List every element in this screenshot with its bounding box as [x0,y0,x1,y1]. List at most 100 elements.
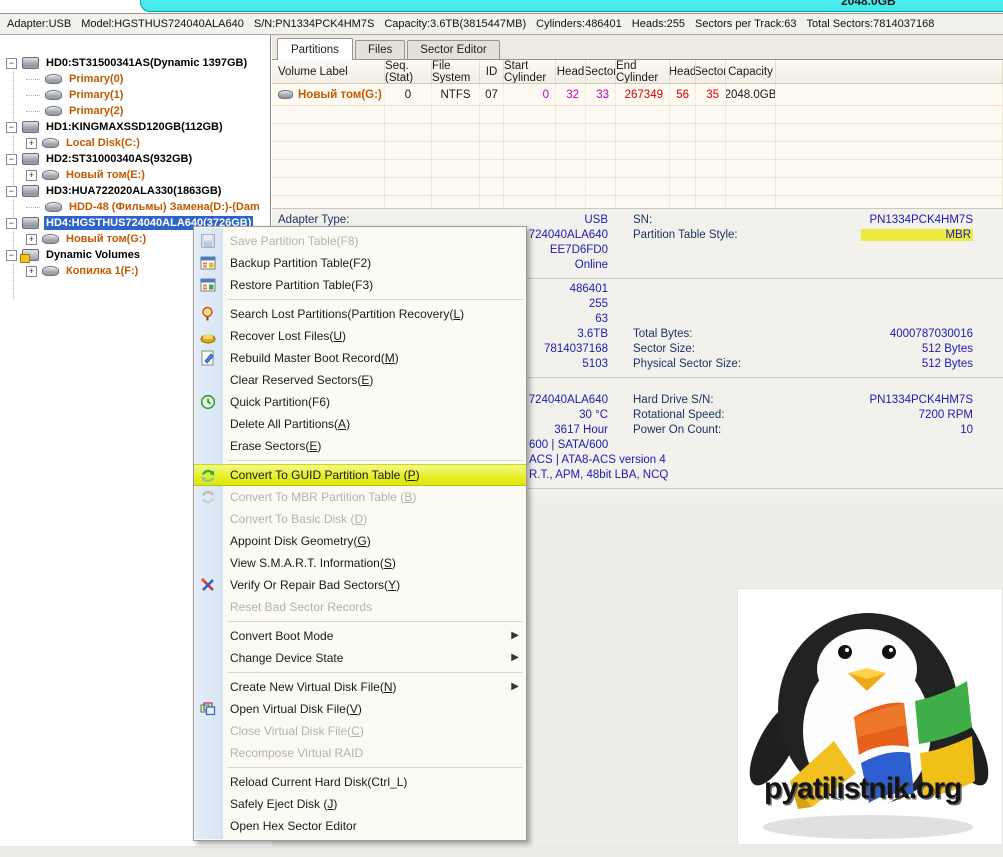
menu-item-change-device-state[interactable]: Change Device State▶ [194,647,526,669]
column-header[interactable]: Seq.(Stat) [385,60,432,83]
tree-item-disk[interactable]: −HD3:HUA722020ALA330(1863GB) [0,183,270,199]
menu-item-rebuild-master-boot-record-m[interactable]: Rebuild Master Boot Record(M) [194,347,526,369]
hard-disk-icon [22,185,39,197]
table-cell: 33 [586,84,616,105]
menu-item-quick-partition-f6[interactable]: Quick Partition(F6) [194,391,526,413]
menu-item-reload-current-hard-disk-ctrl-l[interactable]: Reload Current Hard Disk(Ctrl_L) [194,771,526,793]
column-header[interactable]: Sector [586,60,616,83]
partition-icon [42,266,59,276]
expand-icon[interactable]: + [26,266,37,277]
recover-files-icon [200,328,216,344]
column-header[interactable]: Sector [696,60,726,83]
pyatilistnik-watermark: pyatilistnik.org [737,588,1003,845]
partition-capacity-label: 2048.0GB [841,0,896,8]
collapse-icon[interactable]: − [6,186,17,197]
partition-table-row[interactable]: Новый том(G:)0NTFS070323326734956352048.… [272,84,1003,106]
collapse-icon[interactable]: − [6,58,17,69]
tree-item-label: Primary(1) [67,88,125,102]
menu-item-label: View S.M.A.R.T. Information(S) [230,556,396,570]
status-field: Sectors per Track:63 [695,18,797,30]
collapse-icon[interactable]: − [6,122,17,133]
detail-value-right: 10 [702,424,973,436]
menu-item-label: Delete All Partitions(A) [230,417,350,431]
menu-item-close-virtual-disk-file-c: Close Virtual Disk File(C) [194,720,526,742]
tree-item-partition[interactable]: +Local Disk(C:) [0,135,270,151]
menu-item-search-lost-partitions-partition-recovery-l[interactable]: Search Lost Partitions(Partition Recover… [194,303,526,325]
tree-item-disk[interactable]: −HD1:KINGMAXSSD120GB(112GB) [0,119,270,135]
table-cell-filler [776,84,1003,105]
column-header[interactable]: End Cylinder [616,60,670,83]
tree-item-partition[interactable]: HDD-48 (Фильмы) Замена(D:)-(Dam [0,199,270,215]
column-header[interactable]: Start Cylinder [504,60,556,83]
column-header[interactable]: ID [480,60,504,83]
menu-item-open-hex-sector-editor[interactable]: Open Hex Sector Editor [194,815,526,837]
tree-item-partition[interactable]: Primary(1) [0,87,270,103]
rebuild-mbr-icon [200,350,216,366]
menu-item-safely-eject-disk-j[interactable]: Safely Eject Disk (J) [194,793,526,815]
detail-value-wide: R.T., APM, 48bit LBA, NCQ [529,469,668,481]
expand-icon[interactable]: + [26,234,37,245]
tree-item-partition[interactable]: Primary(2) [0,103,270,119]
detail-value-left: USB [272,214,608,226]
menu-item-recover-lost-files-u[interactable]: Recover Lost Files(U) [194,325,526,347]
menu-item-label: Change Device State [230,651,343,665]
column-header[interactable]: Capacity [726,60,776,83]
penguin-windows-logo [738,589,1003,845]
menu-item-verify-or-repair-bad-sectors-y[interactable]: Verify Or Repair Bad Sectors(Y) [194,574,526,596]
menu-item-create-new-virtual-disk-file-n[interactable]: Create New Virtual Disk File(N)▶ [194,676,526,698]
partition-capacity-bar[interactable]: 2048.0GB [140,0,1003,12]
mbr-highlight: MBR [861,229,973,241]
empty-grid-cell [616,106,670,208]
collapse-icon[interactable]: − [6,218,17,229]
column-header[interactable]: Volume Label [272,60,385,83]
column-header[interactable]: Head [556,60,586,83]
menu-item-label: Appoint Disk Geometry(G) [230,534,371,548]
table-cell: 35 [696,84,726,105]
menu-item-backup-partition-table-f2[interactable]: Backup Partition Table(F2) [194,252,526,274]
menu-item-erase-sectors-e[interactable]: Erase Sectors(E) [194,435,526,457]
detail-value-wide: ACS | ATA8-ACS version 4 [529,454,666,466]
menu-item-label: Rebuild Master Boot Record(M) [230,351,399,365]
menu-item-view-s-m-a-r-t-information-s[interactable]: View S.M.A.R.T. Information(S) [194,552,526,574]
tree-item-disk[interactable]: −HD2:ST31000340AS(932GB) [0,151,270,167]
expand-icon[interactable]: + [26,170,37,181]
menu-item-label: Reload Current Hard Disk(Ctrl_L) [230,775,407,789]
menu-item-label: Backup Partition Table(F2) [230,256,371,270]
menu-item-convert-boot-mode[interactable]: Convert Boot Mode▶ [194,625,526,647]
tree-item-label: HDD-48 (Фильмы) Замена(D:)-(Dam [67,200,262,214]
partition-icon [45,106,62,116]
menu-item-label: Erase Sectors(E) [230,439,321,453]
collapse-icon[interactable]: − [6,154,17,165]
tree-item-label: Копилка 1(F:) [64,264,140,278]
menu-item-delete-all-partitions-a[interactable]: Delete All Partitions(A) [194,413,526,435]
menu-item-convert-to-guid-partition-table-p[interactable]: Convert To GUID Partition Table (P) [194,464,526,486]
collapse-icon[interactable]: − [6,250,17,261]
tab-partitions[interactable]: Partitions [277,38,353,60]
tree-item-partition[interactable]: Primary(0) [0,71,270,87]
empty-grid-cell [504,106,556,208]
menu-item-appoint-disk-geometry-g[interactable]: Appoint Disk Geometry(G) [194,530,526,552]
table-cell: 267349 [616,84,670,105]
column-header[interactable]: File System [432,60,480,83]
menu-item-convert-to-basic-disk-d: Convert To Basic Disk (D) [194,508,526,530]
tree-connector [26,79,40,80]
menu-item-clear-reserved-sectors-e[interactable]: Clear Reserved Sectors(E) [194,369,526,391]
menu-item-restore-partition-table-f3[interactable]: Restore Partition Table(F3) [194,274,526,296]
menu-item-open-virtual-disk-file-v[interactable]: Open Virtual Disk File(V) [194,698,526,720]
tree-item-partition[interactable]: +Новый том(E:) [0,167,270,183]
verify-bad-sectors-icon [200,577,216,593]
open-virtual-disk-icon [200,701,216,717]
expand-icon[interactable]: + [26,138,37,149]
partition-icon [45,90,62,100]
volume-label-cell[interactable]: Новый том(G:) [272,84,385,105]
detail-label: Sector Size: [633,343,695,355]
partition-icon [42,234,59,244]
tab-files[interactable]: Files [355,40,405,59]
column-header[interactable]: Head [670,60,696,83]
tab-sector-editor[interactable]: Sector Editor [407,40,499,59]
menu-item-label: Create New Virtual Disk File(N) [230,680,397,694]
menu-item-label: Convert To MBR Partition Table (B) [230,490,416,504]
partition-mini-icon [278,90,293,99]
tree-item-disk[interactable]: −HD0:ST31500341AS(Dynamic 1397GB) [0,55,270,71]
menu-item-label: Verify Or Repair Bad Sectors(Y) [230,578,400,592]
